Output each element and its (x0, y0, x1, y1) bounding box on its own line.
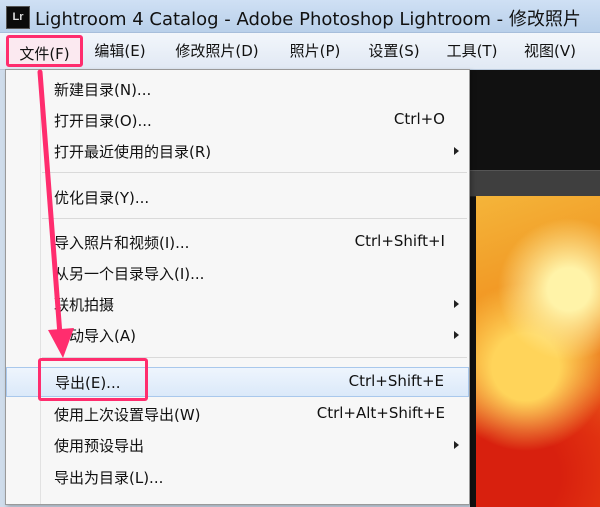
annotation-arrow-icon (37, 69, 74, 358)
